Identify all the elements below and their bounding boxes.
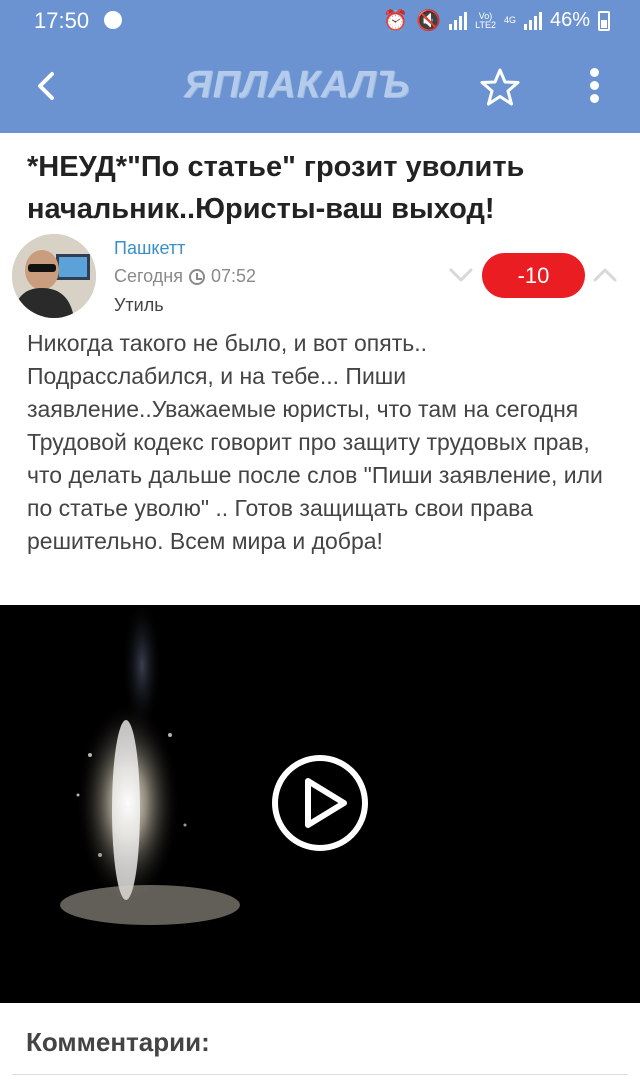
volte-indicator: Vo) LTE2: [475, 10, 496, 30]
battery-icon: [598, 10, 610, 31]
play-icon[interactable]: [270, 753, 370, 853]
app-bar: ЯПЛАКАЛЪ: [0, 40, 640, 133]
signal-icon-2: [523, 11, 542, 30]
status-app-icon: [104, 11, 122, 29]
post-title: *НЕУД*"По статье" грозит уволить начальн…: [27, 151, 525, 225]
video-player[interactable]: [0, 605, 640, 1003]
more-vertical-icon[interactable]: [586, 68, 602, 108]
star-icon[interactable]: [478, 65, 522, 109]
vote-down-icon[interactable]: [448, 266, 474, 284]
status-indicators: ⏰ 🔇 Vo) LTE2 4G 46%: [383, 8, 610, 33]
avatar[interactable]: [12, 234, 96, 318]
alarm-icon: ⏰: [383, 10, 409, 32]
clock-icon: [189, 268, 205, 285]
comments-title: Комментарии:: [26, 1027, 210, 1057]
post-time: 07:52: [211, 266, 257, 286]
post-day: Сегодня: [114, 266, 183, 286]
app-logo[interactable]: ЯПЛАКАЛЪ: [184, 64, 456, 112]
vote-up-icon[interactable]: [592, 266, 618, 284]
post-date: Сегодня 07:52: [114, 266, 256, 287]
signal-icon: [449, 11, 468, 30]
comments-divider: [12, 1074, 628, 1075]
network-type: 4G: [503, 15, 516, 25]
author-name[interactable]: Пашкетт: [114, 238, 185, 259]
back-arrow-icon[interactable]: [28, 68, 64, 104]
rating-badge: -10: [482, 253, 585, 298]
mute-icon: 🔇: [416, 10, 442, 32]
avatar-image: [12, 234, 96, 318]
comments-section: Комментарии:: [0, 1003, 640, 1083]
battery-percent: 46%: [549, 9, 590, 31]
post-category[interactable]: Утиль: [114, 295, 164, 316]
status-time: 17:50: [34, 8, 90, 33]
post-body: Никогда такого не было, и вот опять.. По…: [27, 330, 603, 554]
status-bar: 17:50 ⏰ 🔇 Vo) LTE2 4G 46%: [0, 0, 640, 40]
